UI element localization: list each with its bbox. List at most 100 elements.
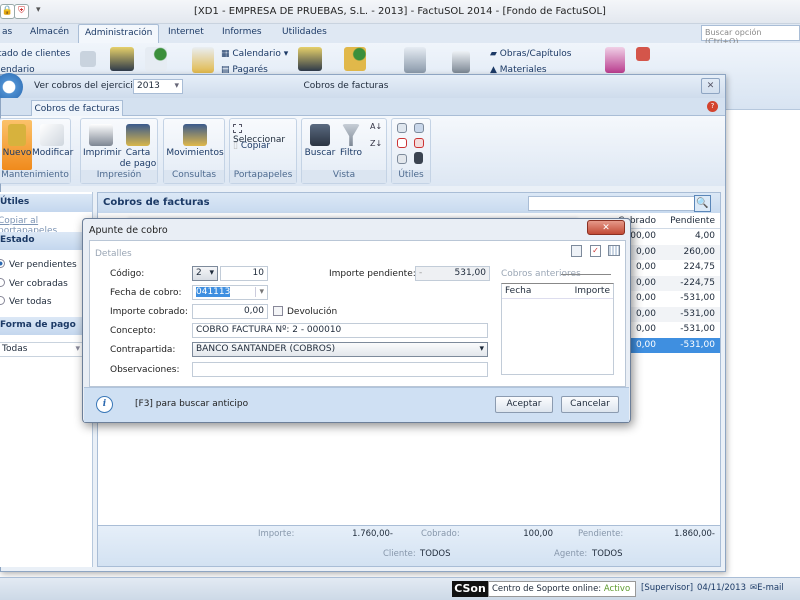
observaciones-input[interactable] <box>192 362 488 377</box>
globe-money-icon[interactable] <box>344 47 366 71</box>
checklist-icon[interactable]: ✓ <box>590 245 601 257</box>
calculator-icon[interactable] <box>397 154 407 164</box>
radio-icon <box>0 278 5 287</box>
col-importe[interactable]: Importe <box>575 286 610 296</box>
printer-icon <box>89 124 113 146</box>
calculator-icon[interactable] <box>404 47 426 73</box>
movimientos-button[interactable]: Movimientos <box>165 120 225 159</box>
tab-administracion[interactable]: Administración <box>78 24 160 43</box>
window-title: [XD1 - EMPRESA DE PRUEBAS, S.L. - 2013] … <box>194 6 606 17</box>
carta-de-pago-button[interactable]: Carta de pago <box>119 120 157 170</box>
ribbon-listado-clientes[interactable]: tado de clientes <box>0 49 70 59</box>
tab-internet[interactable]: Internet <box>164 27 208 37</box>
cell-pendiente: -531,00 <box>680 293 715 303</box>
fecha-label: Fecha de cobro: <box>110 288 182 298</box>
soporte-online[interactable]: Centro de Soporte online: Activo <box>488 581 636 597</box>
money-icon[interactable] <box>192 47 214 73</box>
group-consultas: Movimientos Consultas <box>163 118 225 184</box>
tab-informes[interactable]: Informes <box>218 27 266 37</box>
grid-search-input[interactable] <box>528 196 711 211</box>
time-icon[interactable] <box>414 123 424 133</box>
sort-az-icon[interactable]: A↓ <box>370 122 382 131</box>
cobros-window-title: Cobros de facturas <box>303 81 389 91</box>
col-fecha[interactable]: Fecha <box>505 286 531 296</box>
importe-pendiente-label: Importe pendiente: <box>329 269 416 279</box>
bottle-icon[interactable] <box>452 51 470 73</box>
binoculars-icon <box>310 124 330 146</box>
close-icon[interactable]: ✕ <box>701 78 720 94</box>
aceptar-button[interactable]: Aceptar <box>495 396 553 413</box>
info-icon: i <box>96 396 113 413</box>
fecha-input[interactable]: 041113 ▾ <box>192 285 268 300</box>
soporte-state: Activo <box>603 584 631 594</box>
codigo-serie-select[interactable]: 2 ▾ <box>192 266 218 281</box>
nuevo-button[interactable]: Nuevo <box>2 120 32 170</box>
calendar-icon[interactable] <box>571 245 582 257</box>
buscar-button[interactable]: Buscar <box>304 120 336 159</box>
cell-pendiente: -224,75 <box>680 277 715 288</box>
search-icon[interactable]: 🔍 <box>694 195 711 212</box>
devolucion-checkbox[interactable] <box>273 306 283 316</box>
importe-label: Importe: <box>258 529 295 539</box>
modificar-button[interactable]: Modificar <box>32 120 73 159</box>
filtro-button[interactable]: Filtro <box>336 120 366 159</box>
computer-icon-2[interactable] <box>298 47 322 71</box>
tab-almacen[interactable]: Almacén <box>26 27 73 37</box>
cobros-anteriores-list[interactable]: Fecha Importe <box>501 283 614 375</box>
tab-utilidades[interactable]: Utilidades <box>278 27 331 37</box>
radio-icon <box>0 296 5 305</box>
globe-doc-icon[interactable] <box>145 47 167 71</box>
imprimir-button[interactable]: Imprimir <box>83 120 121 159</box>
checklist-icon[interactable] <box>397 138 407 148</box>
date-dropdown-icon[interactable]: ▾ <box>255 287 264 297</box>
left-panel: Útiles Copiar al portapapeles Estado Ver… <box>0 192 93 567</box>
group-portapapeles: Seleccionar ▯ Copiar Portapapeles <box>229 118 297 184</box>
importe-cobrado-input[interactable]: 0,00 <box>192 304 268 319</box>
calendar-icon[interactable] <box>397 123 407 133</box>
help-icon[interactable]: ? <box>707 101 718 112</box>
calendar-icon: ▦ <box>221 49 233 59</box>
report-icon[interactable] <box>605 47 625 73</box>
app-orb-icon[interactable] <box>0 73 23 101</box>
computer-icon[interactable] <box>110 47 134 71</box>
group-vista: Buscar Filtro A↓ Z↓ Vista <box>301 118 387 184</box>
concepto-input[interactable]: COBRO FACTURA Nº: 2 - 000010 <box>192 323 488 338</box>
tools-icon[interactable] <box>636 47 650 61</box>
document-icon[interactable] <box>80 51 96 67</box>
email-button[interactable]: ✉E-mail <box>750 583 784 593</box>
importe-pendiente-value: -531,00 <box>415 266 490 281</box>
contrapartida-label: Contrapartida: <box>110 345 176 355</box>
ribbon-obras[interactable]: ▰ Obras/Capítulos <box>490 49 571 59</box>
radio-ver-todas[interactable]: Ver todas <box>0 296 52 307</box>
tab-ventas[interactable]: as <box>0 27 16 37</box>
group-impresion: Imprimir Carta de pago Impresión <box>80 118 158 184</box>
codigo-numero-input[interactable]: 10 <box>220 266 268 281</box>
note-icon[interactable] <box>414 138 424 148</box>
radio-ver-cobradas[interactable]: Ver cobradas <box>0 278 68 289</box>
forma-pago-select[interactable]: Todas ▾ <box>0 342 84 357</box>
add-money-icon <box>8 124 26 146</box>
ejercicio-select[interactable]: 2013 ▾ <box>133 79 183 94</box>
dialog-body: Detalles ✓ Código: 2 ▾ 10 Importe pendien… <box>89 240 626 387</box>
grid-calc-icon[interactable] <box>608 245 620 256</box>
sort-za-icon[interactable]: Z↓ <box>370 139 382 148</box>
importe-cobrado-label: Importe cobrado: <box>110 307 188 317</box>
select-icon <box>233 124 242 133</box>
hint-text: [F3] para buscar anticipo <box>135 399 249 409</box>
search-option-input[interactable]: Buscar opción (Ctrl+O) <box>701 25 800 46</box>
copiar-button[interactable]: ▯ Copiar <box>233 141 270 151</box>
radio-ver-pendientes[interactable]: Ver pendientes <box>0 259 77 270</box>
contrapartida-select[interactable]: BANCO SANTANDER (COBROS) ▾ <box>192 342 488 357</box>
observaciones-label: Observaciones: <box>110 365 180 375</box>
col-pendiente[interactable]: Pendiente <box>658 216 715 226</box>
cobrado-total: 100,00 <box>523 529 553 539</box>
cancelar-button[interactable]: Cancelar <box>561 396 619 413</box>
group-label: Mantenimiento <box>0 170 70 183</box>
phone-icon[interactable] <box>414 152 423 164</box>
cobros-window-header: Ver cobros del ejercicio: 2013 ▾ Cobros d… <box>0 73 725 101</box>
close-icon[interactable]: ✕ <box>587 220 625 235</box>
tab-cobros-facturas[interactable]: Cobros de facturas <box>31 100 123 117</box>
ribbon-calendario[interactable]: ▦ Calendario ▾ <box>221 49 288 59</box>
cson-logo: CSon <box>452 581 488 597</box>
forma-pago-header: Forma de pago <box>0 317 92 335</box>
